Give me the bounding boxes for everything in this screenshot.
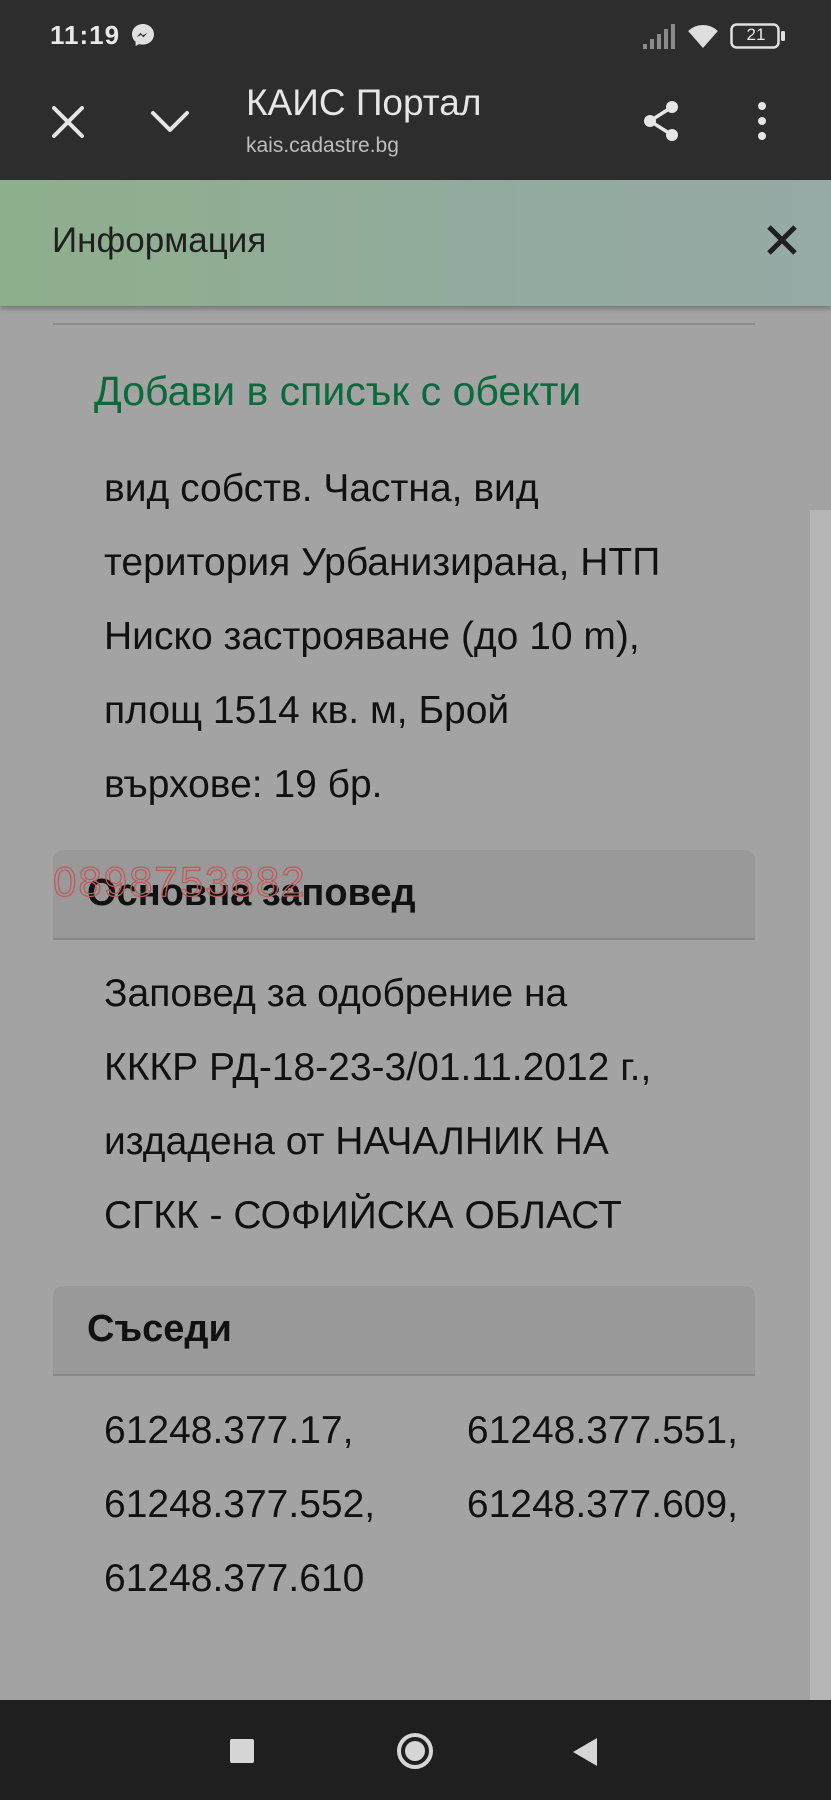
custom-tab-toolbar: КАИС Портал kais.cadastre.bg [0, 72, 831, 180]
page-url: kais.cadastre.bg [246, 134, 399, 157]
property-line: Ниско застрояване (до 10 m), [104, 615, 640, 658]
wifi-icon [688, 25, 718, 48]
order-line: издадена от НАЧАЛНИК НА [104, 1120, 609, 1163]
property-line: площ 1514 кв. м, Брой [104, 689, 510, 732]
signal-icon [643, 24, 675, 49]
neighbors-list: 61248.377.17, 61248.377.551, 61248.377.5… [104, 1394, 738, 1616]
back-icon[interactable] [571, 1736, 599, 1768]
divider [53, 323, 755, 325]
order-line: КККР РД-18-23-3/01.11.2012 г., [104, 1046, 652, 1089]
status-time: 11:19 [50, 20, 121, 50]
messenger-icon [132, 24, 154, 46]
recents-icon[interactable] [230, 1739, 254, 1763]
neighbor-item: 61248.377.609, [466, 1483, 738, 1526]
neighbors-section-header: Съседи [53, 1286, 755, 1376]
order-line: Заповед за одобрение на [104, 972, 568, 1015]
order-line: СГКК - СОФИЙСКА ОБЛАСТ [104, 1194, 622, 1237]
add-to-list-link[interactable]: Добави в списък с обекти [94, 368, 581, 415]
order-details: Заповед за одобрение на КККР РД-18-23-3/… [104, 957, 738, 1253]
home-icon[interactable] [395, 1731, 435, 1771]
property-line: върхове: 19 бр. [104, 763, 383, 806]
neighbor-item: 61248.377.552, [104, 1483, 376, 1526]
status-bar: 11:19 21 [0, 0, 831, 72]
property-line: територия Урбанизирана, НТП [104, 541, 661, 584]
more-options-icon[interactable] [750, 98, 774, 144]
neighbor-item: 61248.377.17, [104, 1409, 354, 1452]
scrollbar[interactable] [810, 510, 831, 1700]
info-close-icon[interactable] [764, 222, 800, 258]
close-tab-icon[interactable] [48, 102, 88, 142]
property-line: вид собств. Частна, вид [104, 467, 539, 510]
battery-level: 21 [746, 25, 766, 44]
neighbors-section-title: Съседи [87, 1308, 232, 1350]
chevron-down-icon[interactable] [148, 104, 192, 140]
share-icon[interactable] [640, 98, 682, 144]
property-details: вид собств. Частна, вид територия Урбани… [104, 452, 738, 822]
info-header: Информация [0, 180, 831, 306]
page-title: КАИС Портал [246, 82, 482, 123]
info-title: Информация [52, 221, 267, 260]
phone-watermark: 0898753882 [52, 857, 307, 905]
neighbor-item: 61248.377.610 [104, 1557, 365, 1600]
neighbor-item: 61248.377.551, [466, 1409, 738, 1452]
